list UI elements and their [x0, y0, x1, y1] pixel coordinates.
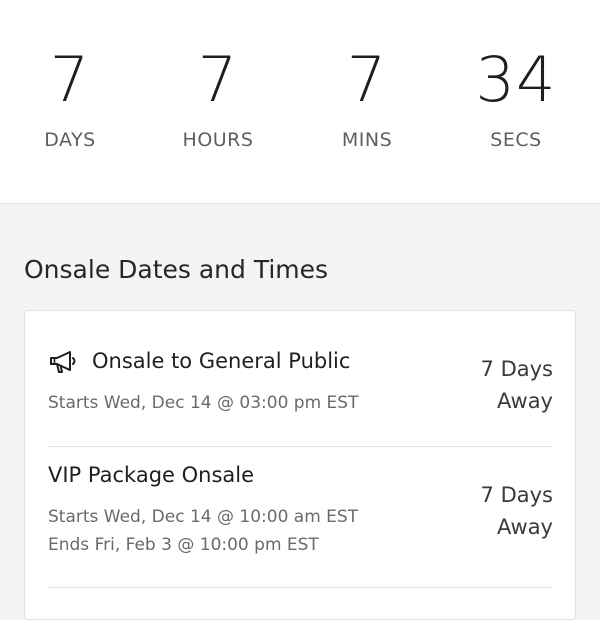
onsale-item-general-public[interactable]: Onsale to General Public Starts Wed, Dec…	[48, 347, 553, 427]
megaphone-icon	[50, 351, 76, 373]
away-days-text: 7 Days	[480, 483, 553, 507]
countdown-hours: 7 HOURS	[148, 40, 288, 152]
hours-value: 7	[197, 43, 239, 116]
row-divider	[48, 446, 553, 447]
countdown-mins: 7 MINS	[297, 40, 437, 152]
mins-label: MINS	[341, 129, 393, 151]
vip-package-starts: Starts Wed, Dec 14 @ 10:00 am EST	[48, 507, 359, 527]
vip-package-title: VIP Package Onsale	[48, 463, 255, 487]
away-label-text: Away	[497, 515, 553, 539]
onsale-item-vip-package[interactable]: VIP Package Onsale Starts Wed, Dec 14 @ …	[48, 461, 553, 571]
general-public-title: Onsale to General Public	[92, 349, 351, 373]
away-label-text: Away	[497, 389, 553, 413]
vip-package-ends: Ends Fri, Feb 3 @ 10:00 pm EST	[48, 535, 319, 555]
general-public-away: 7 Days Away	[433, 353, 553, 417]
away-days-text: 7 Days	[480, 357, 553, 381]
vip-package-away: 7 Days Away	[433, 479, 553, 543]
row-divider	[48, 587, 553, 588]
hours-label: HOURS	[182, 129, 254, 151]
section-title: Onsale Dates and Times	[24, 255, 329, 284]
secs-value: 34	[475, 43, 557, 116]
countdown-timer: 7 DAYS 7 HOURS 7 MINS 34 SECS	[0, 0, 600, 204]
countdown-secs: 34 SECS	[446, 40, 586, 152]
onsale-card: Onsale to General Public Starts Wed, Dec…	[24, 310, 576, 620]
secs-label: SECS	[490, 129, 542, 151]
days-value: 7	[49, 43, 91, 116]
onsale-section: Onsale Dates and Times Onsale to General…	[0, 204, 600, 620]
countdown-days: 7 DAYS	[0, 40, 140, 152]
mins-value: 7	[346, 43, 388, 116]
general-public-starts: Starts Wed, Dec 14 @ 03:00 pm EST	[48, 393, 359, 413]
days-label: DAYS	[44, 129, 96, 151]
